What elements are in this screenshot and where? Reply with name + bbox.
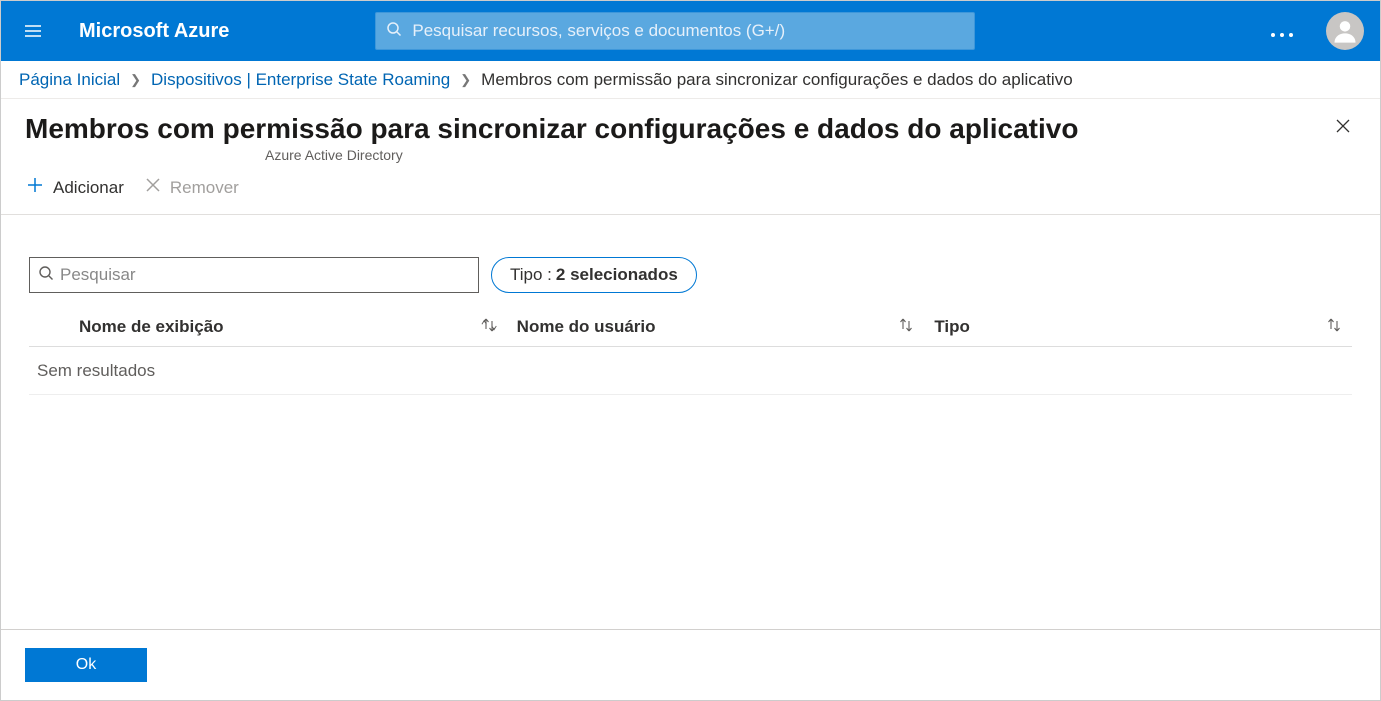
column-header-type[interactable]: Tipo (934, 317, 1352, 337)
x-icon (144, 176, 162, 199)
title-row: Membros com permissão para sincronizar c… (1, 99, 1380, 169)
add-button[interactable]: Adicionar (25, 175, 124, 200)
sort-icon[interactable] (481, 317, 497, 336)
filter-search-box[interactable] (29, 257, 479, 293)
user-icon (1331, 17, 1359, 45)
toolbar: Adicionar Remover (1, 169, 1380, 215)
filter-row: Tipo : 2 selecionados (1, 215, 1380, 307)
ellipsis-icon (1270, 32, 1294, 38)
remove-button-label: Remover (170, 178, 239, 198)
search-icon (386, 21, 402, 42)
hamburger-icon (23, 21, 43, 41)
ok-button[interactable]: Ok (25, 648, 147, 682)
footer: Ok (1, 629, 1380, 700)
type-filter-value: 2 selecionados (556, 265, 678, 285)
add-button-label: Adicionar (53, 178, 124, 198)
page-title: Membros com permissão para sincronizar c… (25, 113, 1078, 145)
filter-search-input[interactable] (60, 265, 470, 285)
table-body: Sem resultados (29, 347, 1352, 395)
topbar: Microsoft Azure (1, 1, 1380, 61)
sort-icon[interactable] (1326, 317, 1342, 336)
type-filter-pill[interactable]: Tipo : 2 selecionados (491, 257, 697, 293)
sort-icon[interactable] (898, 317, 914, 336)
chevron-right-icon: ❯ (130, 72, 141, 88)
breadcrumb-current: Membros com permissão para sincronizar c… (481, 70, 1073, 90)
chevron-right-icon: ❯ (460, 72, 471, 88)
global-search-box[interactable] (375, 12, 975, 50)
page-subtitle: Azure Active Directory (265, 147, 1078, 163)
table: Nome de exibição Nome do usuário Tipo (1, 307, 1380, 629)
more-button[interactable] (1254, 18, 1310, 44)
breadcrumb-link-devices[interactable]: Dispositivos | Enterprise State Roaming (151, 70, 450, 90)
type-filter-prefix: Tipo : (510, 265, 552, 285)
hamburger-menu-button[interactable] (13, 11, 53, 51)
plus-icon (25, 175, 45, 200)
breadcrumb-link-home[interactable]: Página Inicial (19, 70, 120, 90)
account-avatar[interactable] (1326, 12, 1364, 50)
remove-button: Remover (144, 176, 239, 199)
breadcrumb: Página Inicial ❯ Dispositivos | Enterpri… (1, 61, 1380, 99)
close-icon (1334, 117, 1352, 135)
global-search-input[interactable] (412, 21, 964, 41)
brand-label: Microsoft Azure (79, 20, 229, 43)
table-header: Nome de exibição Nome do usuário Tipo (29, 307, 1352, 347)
table-empty-row: Sem resultados (29, 347, 1352, 395)
column-header-user-name[interactable]: Nome do usuário (517, 317, 935, 337)
search-icon (38, 265, 54, 286)
column-header-display-name[interactable]: Nome de exibição (79, 317, 517, 337)
close-button[interactable] (1330, 113, 1356, 144)
